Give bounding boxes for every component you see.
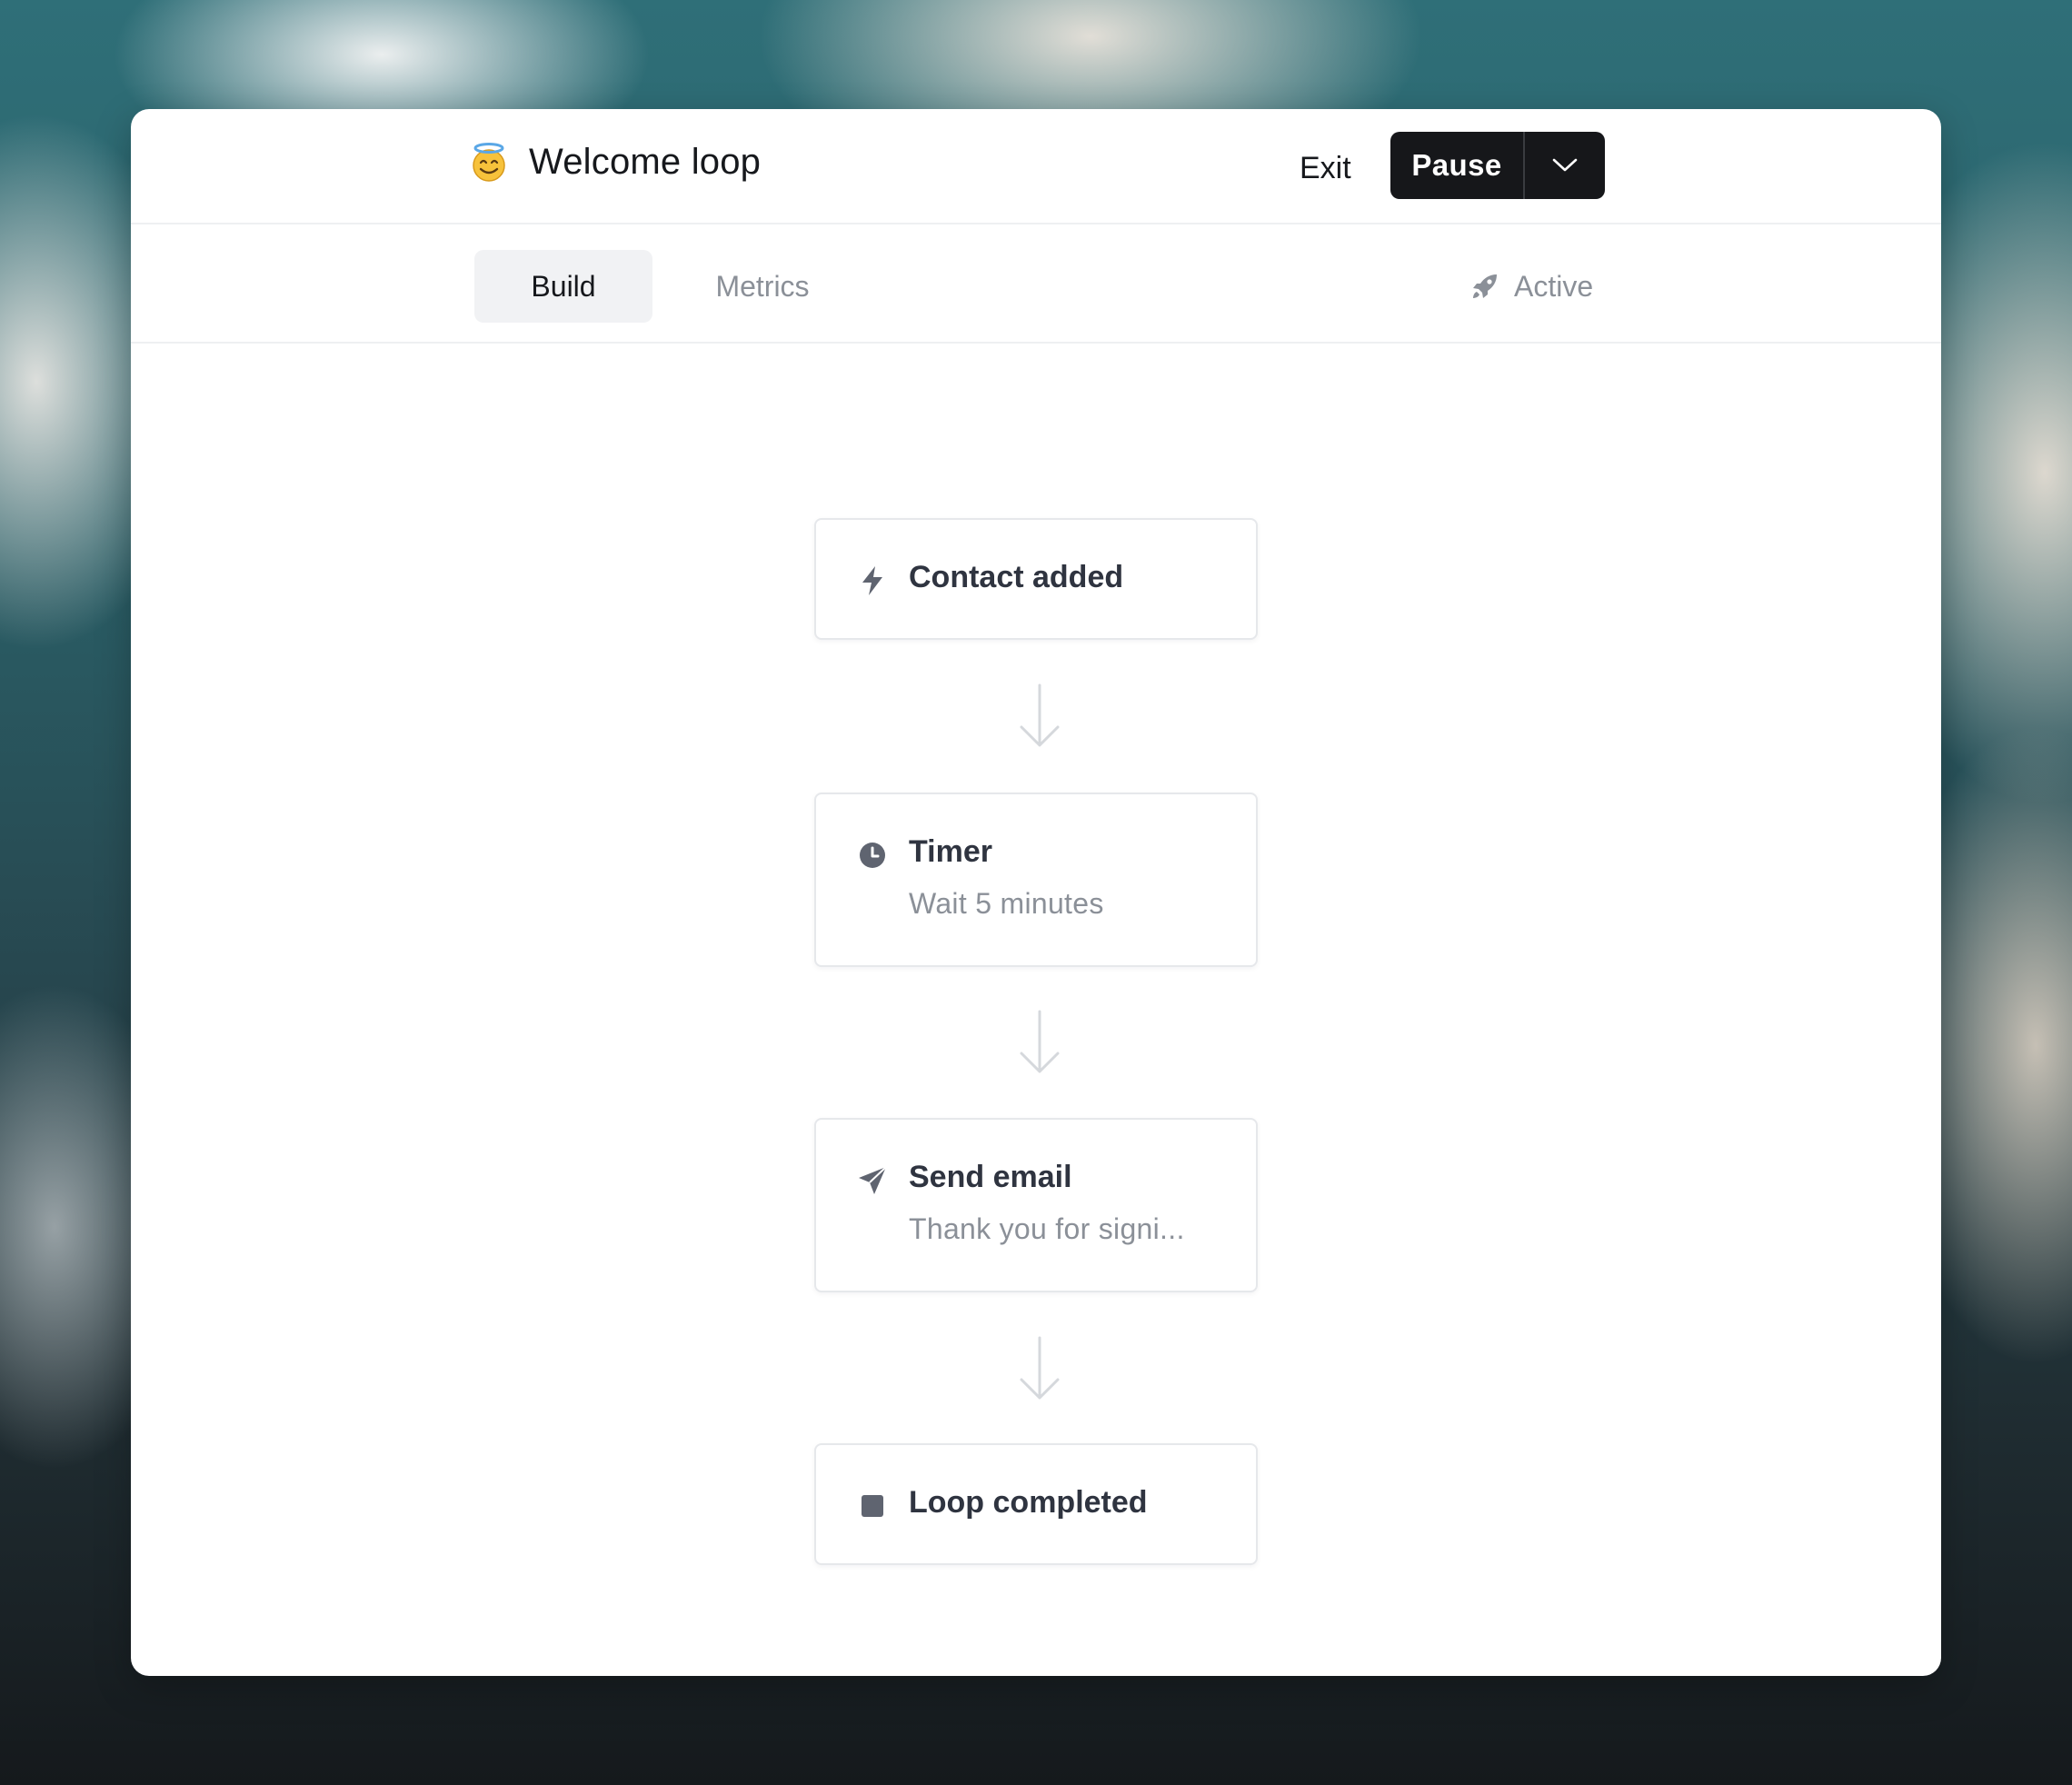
flow-arrow (1020, 1010, 1060, 1073)
node-subtitle: Wait 5 minutes (909, 887, 1104, 920)
paper-plane-icon (856, 1164, 889, 1197)
flow-node-timer[interactable]: Timer Wait 5 minutes (814, 793, 1258, 967)
header-bar: Welcome loop Exit Pause (131, 109, 1941, 224)
pause-options-dropdown[interactable] (1525, 132, 1605, 199)
app-window: Welcome loop Exit Pause Build Metrics Ac… (131, 109, 1941, 1676)
title-group: Welcome loop (469, 142, 761, 183)
node-title: Loop completed (909, 1485, 1148, 1520)
clock-icon (856, 839, 889, 872)
node-title: Send email (909, 1160, 1072, 1194)
smiling-face-with-halo-icon (473, 142, 505, 182)
node-title: Contact added (909, 560, 1124, 594)
lightning-bolt-icon (856, 564, 889, 597)
pause-button[interactable]: Pause (1390, 132, 1525, 199)
exit-button[interactable]: Exit (1294, 145, 1357, 191)
flow-node-loop-completed[interactable]: Loop completed (814, 1443, 1258, 1565)
chevron-down-icon (1552, 158, 1578, 172)
tab-build[interactable]: Build (474, 250, 652, 323)
pause-button-group: Pause (1390, 132, 1605, 199)
tab-bar: Build Metrics Active (131, 224, 1941, 344)
tab-metrics[interactable]: Metrics (676, 250, 849, 323)
flow-node-contact-added[interactable]: Contact added (814, 518, 1258, 640)
flow-canvas: Contact added Timer Wait 5 minutes Send … (131, 344, 1941, 1676)
status-label: Active (1514, 269, 1594, 303)
status-indicator: Active (1470, 250, 1593, 323)
flow-arrow (1020, 1336, 1060, 1400)
node-subtitle: Thank you for signi... (909, 1212, 1185, 1245)
flow-arrow (1020, 683, 1060, 747)
flow-node-send-email[interactable]: Send email Thank you for signi... (814, 1118, 1258, 1292)
page-title: Welcome loop (529, 142, 762, 182)
rocket-icon (1473, 274, 1497, 298)
node-title: Timer (909, 834, 992, 869)
stop-square-icon (856, 1490, 889, 1522)
